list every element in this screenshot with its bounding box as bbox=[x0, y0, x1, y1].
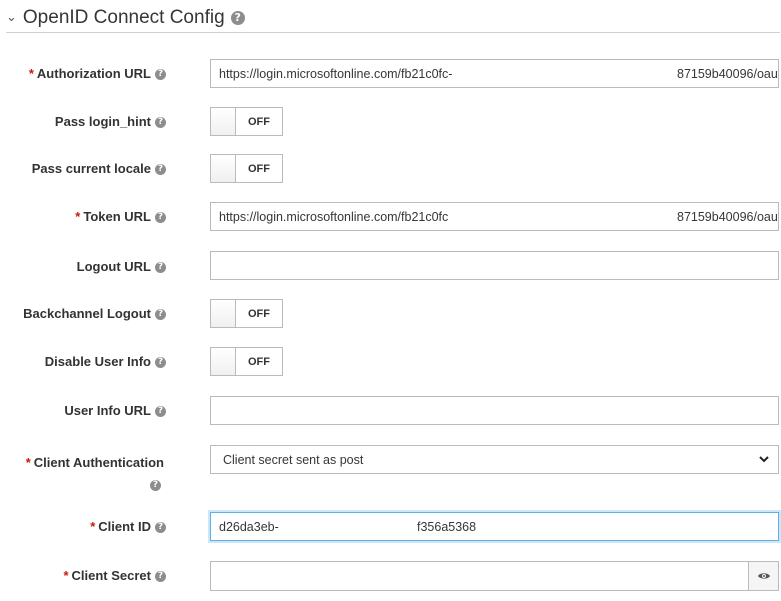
pass-login-hint-label: Pass login_hint? bbox=[55, 114, 166, 129]
help-icon[interactable]: ? bbox=[230, 11, 245, 25]
client-authentication-value: Client secret sent as post bbox=[223, 452, 364, 467]
pass-current-locale-label: Pass current locale? bbox=[32, 161, 166, 176]
required-marker: * bbox=[25, 455, 31, 470]
pass-current-locale-toggle[interactable]: OFF bbox=[210, 154, 283, 183]
chevron-down-icon[interactable]: ⌄ bbox=[6, 9, 17, 25]
required-marker: * bbox=[63, 568, 69, 583]
disable-user-info-toggle[interactable]: OFF bbox=[210, 347, 283, 376]
authorization-url-input[interactable]: https://login.microsoftonline.com/fb21c0… bbox=[210, 59, 779, 88]
toggle-knob[interactable] bbox=[211, 348, 236, 375]
help-icon[interactable]: ? bbox=[155, 117, 166, 129]
divider bbox=[6, 32, 780, 33]
client-authentication-label: * Client Authentication ? bbox=[25, 455, 164, 492]
reveal-secret-button[interactable] bbox=[748, 561, 779, 591]
help-icon[interactable]: ? bbox=[150, 480, 161, 492]
backchannel-logout-label: Backchannel Logout? bbox=[23, 306, 166, 321]
help-icon[interactable]: ? bbox=[155, 309, 166, 321]
authorization-url-value-end: 87159b40096/oauth2/\ bbox=[677, 66, 778, 81]
required-marker: * bbox=[28, 66, 34, 81]
section-title: OpenID Connect Config bbox=[22, 7, 225, 28]
client-secret-label: * Client Secret? bbox=[63, 568, 166, 583]
help-icon[interactable]: ? bbox=[155, 522, 166, 534]
section-header[interactable]: ⌄ OpenID Connect Config ? bbox=[6, 4, 776, 32]
client-secret-input[interactable] bbox=[210, 561, 749, 591]
help-icon[interactable]: ? bbox=[155, 69, 166, 81]
logout-url-label: Logout URL? bbox=[77, 259, 166, 274]
client-id-label: * Client ID? bbox=[90, 519, 166, 534]
help-icon[interactable]: ? bbox=[155, 212, 166, 224]
token-url-value-end: 87159b40096/oauth2/\ bbox=[677, 209, 778, 224]
toggle-state: OFF bbox=[248, 115, 270, 128]
authorization-url-label: * Authorization URL? bbox=[29, 66, 166, 81]
toggle-state: OFF bbox=[248, 307, 270, 320]
caret-down-icon[interactable] bbox=[758, 453, 770, 465]
token-url-input[interactable]: https://login.microsoftonline.com/fb21c0… bbox=[210, 202, 779, 231]
help-icon[interactable]: ? bbox=[155, 571, 166, 583]
client-id-value-start: d26da3eb- bbox=[219, 519, 279, 534]
help-icon[interactable]: ? bbox=[155, 406, 166, 418]
toggle-knob[interactable] bbox=[211, 155, 236, 182]
disable-user-info-label: Disable User Info? bbox=[45, 354, 166, 369]
user-info-url-input[interactable] bbox=[210, 396, 779, 425]
help-icon[interactable]: ? bbox=[155, 357, 166, 369]
backchannel-logout-toggle[interactable]: OFF bbox=[210, 299, 283, 328]
client-id-input[interactable]: d26da3eb- f356a5368 bbox=[210, 512, 779, 541]
authorization-url-value-start: https://login.microsoftonline.com/fb21c0… bbox=[219, 66, 453, 81]
logout-url-input[interactable] bbox=[210, 251, 779, 280]
token-url-value-start: https://login.microsoftonline.com/fb21c0… bbox=[219, 209, 449, 224]
toggle-state: OFF bbox=[248, 162, 270, 175]
client-id-value-end: f356a5368 bbox=[417, 519, 477, 534]
help-icon[interactable]: ? bbox=[155, 164, 166, 176]
help-icon[interactable]: ? bbox=[155, 262, 166, 274]
required-marker: * bbox=[75, 209, 81, 224]
token-url-label: * Token URL? bbox=[75, 209, 166, 224]
client-authentication-select[interactable]: Client secret sent as post bbox=[210, 445, 779, 474]
pass-login-hint-toggle[interactable]: OFF bbox=[210, 107, 283, 136]
required-marker: * bbox=[90, 519, 96, 534]
toggle-knob[interactable] bbox=[211, 300, 236, 327]
user-info-url-label: User Info URL? bbox=[64, 403, 166, 418]
toggle-knob[interactable] bbox=[211, 108, 236, 135]
eye-icon[interactable] bbox=[757, 571, 771, 581]
toggle-state: OFF bbox=[248, 355, 270, 368]
